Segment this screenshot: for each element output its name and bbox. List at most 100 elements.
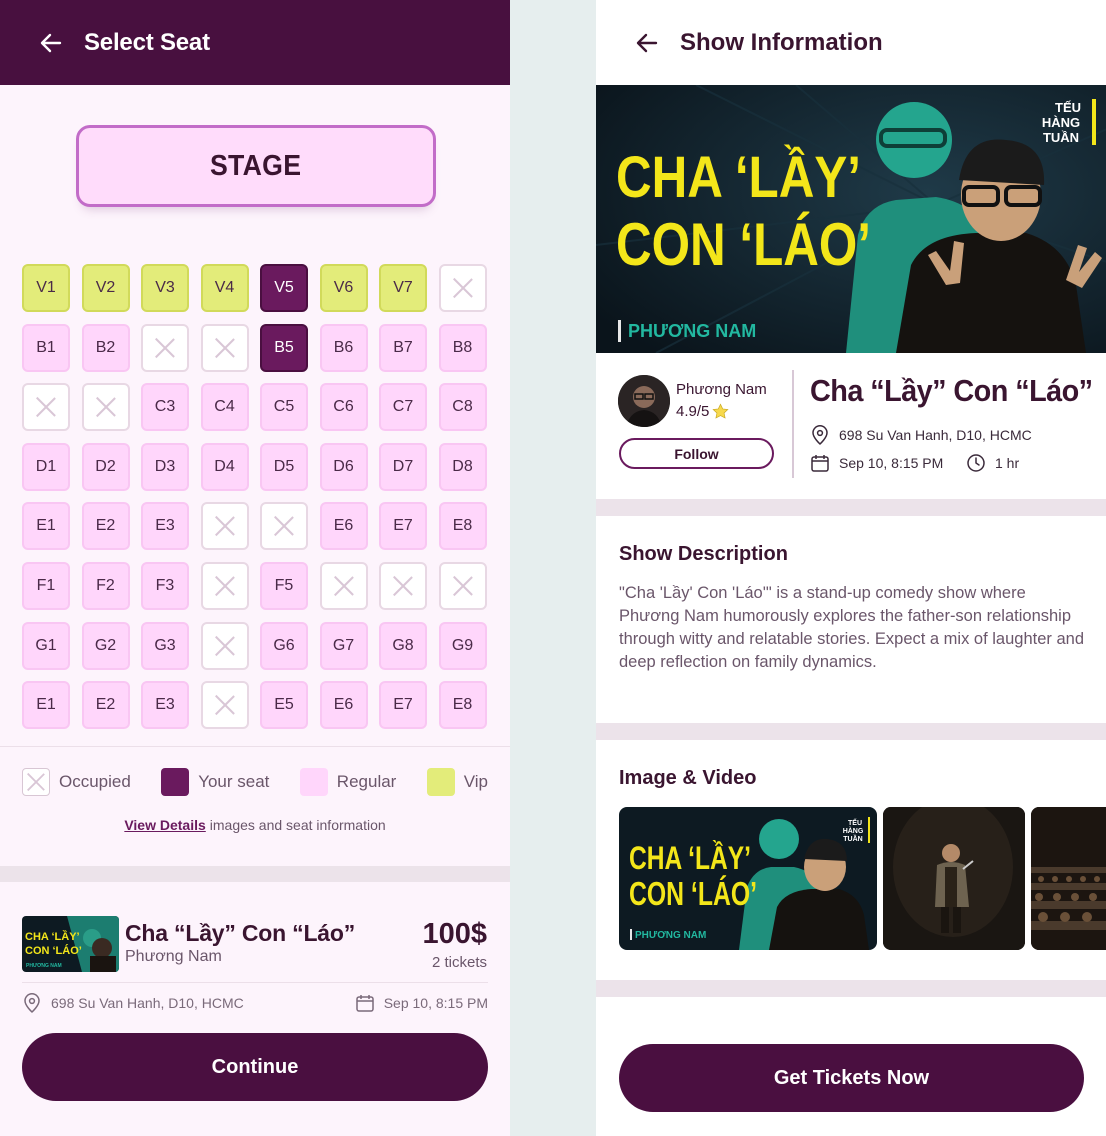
svg-text:HÀNG: HÀNG bbox=[843, 826, 864, 835]
legend-label: Vip bbox=[463, 772, 488, 791]
seat-occupied[interactable] bbox=[81, 383, 130, 432]
seat-regular[interactable]: C5 bbox=[260, 383, 308, 432]
show-information-screen: Show Information CHA ‘LẦY’ CON ‘LÁO’ PHƯ… bbox=[596, 0, 1106, 1136]
seat-regular[interactable]: D2 bbox=[81, 442, 130, 491]
seat-regular[interactable]: C7 bbox=[379, 383, 427, 432]
seat-occupied[interactable] bbox=[141, 323, 189, 372]
seat-regular[interactable]: D7 bbox=[379, 442, 427, 491]
seat-occupied[interactable] bbox=[200, 681, 249, 730]
seat-regular[interactable]: D4 bbox=[200, 442, 249, 491]
seat-regular[interactable]: D6 bbox=[319, 442, 368, 491]
seat-regular[interactable]: F5 bbox=[260, 561, 308, 610]
seat-regular[interactable]: D3 bbox=[141, 442, 189, 491]
section-separator bbox=[0, 866, 510, 882]
svg-text:CON ‘LÁO’: CON ‘LÁO’ bbox=[629, 875, 757, 912]
seat-regular[interactable]: E1 bbox=[22, 502, 70, 551]
seat-regular[interactable]: B1 bbox=[22, 323, 70, 372]
seat-regular[interactable]: E3 bbox=[141, 502, 189, 551]
seat-regular[interactable]: D1 bbox=[22, 442, 70, 491]
stage: STAGE bbox=[76, 125, 436, 207]
seat-vip[interactable]: V2 bbox=[81, 264, 130, 312]
seat-vip[interactable]: V3 bbox=[141, 264, 189, 312]
seat-regular[interactable]: C3 bbox=[141, 383, 189, 432]
seat-vip[interactable]: V1 bbox=[22, 264, 70, 312]
address-text: 698 Su Van Hanh, D10, HCMC bbox=[51, 995, 244, 1011]
seat-regular[interactable]: B2 bbox=[81, 323, 130, 372]
media-thumbnail[interactable] bbox=[883, 807, 1025, 950]
seat-regular[interactable]: G9 bbox=[438, 621, 487, 670]
seat-regular[interactable]: E7 bbox=[379, 502, 427, 551]
seat-selected[interactable]: V5 bbox=[260, 264, 308, 312]
seat-regular[interactable]: F2 bbox=[81, 561, 130, 610]
seat-regular[interactable]: E1 bbox=[22, 681, 70, 730]
seat-regular[interactable]: F1 bbox=[22, 561, 70, 610]
seat-occupied[interactable] bbox=[200, 323, 249, 372]
legend-occupied: Occupied bbox=[22, 768, 131, 796]
seat-regular[interactable]: E2 bbox=[81, 502, 130, 551]
seat-occupied[interactable] bbox=[22, 383, 70, 432]
seat-regular[interactable]: G3 bbox=[141, 621, 189, 670]
show-title: Cha “Lầy” Con “Láo” bbox=[810, 373, 1093, 408]
seat-occupied[interactable] bbox=[438, 264, 487, 312]
x-icon bbox=[214, 337, 236, 359]
x-icon bbox=[452, 277, 474, 299]
follow-button[interactable]: Follow bbox=[619, 438, 774, 469]
seat-selected[interactable]: B5 bbox=[260, 323, 308, 372]
section-separator bbox=[596, 980, 1106, 997]
seat-regular[interactable]: D8 bbox=[438, 442, 487, 491]
seat-occupied[interactable] bbox=[200, 561, 249, 610]
ticket-count: 2 tickets bbox=[431, 954, 487, 971]
legend-label: Your seat bbox=[198, 772, 270, 791]
seat-regular[interactable]: G1 bbox=[22, 621, 70, 670]
svg-text:CHA ‘LẦY’: CHA ‘LẦY’ bbox=[629, 840, 751, 876]
seat-vip[interactable]: V7 bbox=[379, 264, 427, 312]
seat-regular[interactable]: E6 bbox=[319, 502, 368, 551]
view-details-row: View Details images and seat information bbox=[0, 817, 510, 833]
location-pin-icon bbox=[24, 993, 40, 1014]
media-thumbnail[interactable] bbox=[1031, 807, 1106, 950]
your-seat-swatch bbox=[161, 768, 190, 796]
seat-regular[interactable]: G7 bbox=[319, 621, 368, 670]
seat-regular[interactable]: C8 bbox=[438, 383, 487, 432]
back-arrow-icon[interactable] bbox=[634, 30, 660, 56]
ticket-price: 100$ bbox=[422, 918, 487, 950]
seat-regular[interactable]: G6 bbox=[260, 621, 308, 670]
seat-regular[interactable]: G8 bbox=[379, 621, 427, 670]
seat-occupied[interactable] bbox=[200, 621, 249, 670]
seat-regular[interactable]: E8 bbox=[438, 681, 487, 730]
view-details-link[interactable]: View Details bbox=[124, 817, 205, 833]
seat-regular[interactable]: E3 bbox=[141, 681, 189, 730]
seat-vip[interactable]: V4 bbox=[200, 264, 249, 312]
seat-regular[interactable]: B6 bbox=[319, 323, 368, 372]
x-icon bbox=[154, 337, 176, 359]
back-arrow-icon[interactable] bbox=[38, 30, 64, 56]
media-thumbnail[interactable]: CHA ‘LẦY’ CON ‘LÁO’ PHƯƠNG NAM TẾU HÀNG … bbox=[619, 807, 877, 950]
seat-regular[interactable]: C4 bbox=[200, 383, 249, 432]
seat-regular[interactable]: B7 bbox=[379, 323, 427, 372]
seat-regular[interactable]: E6 bbox=[319, 681, 368, 730]
seat-occupied[interactable] bbox=[379, 561, 427, 610]
seat-regular[interactable]: G2 bbox=[81, 621, 130, 670]
seat-occupied[interactable] bbox=[438, 561, 487, 610]
vertical-divider bbox=[792, 370, 794, 478]
continue-button[interactable]: Continue bbox=[22, 1033, 488, 1101]
seat-regular[interactable]: D5 bbox=[260, 442, 308, 491]
seat-vip[interactable]: V6 bbox=[319, 264, 368, 312]
host-avatar[interactable] bbox=[618, 375, 670, 427]
x-icon bbox=[214, 515, 236, 537]
svg-text:PHƯƠNG NAM: PHƯƠNG NAM bbox=[26, 963, 62, 969]
x-icon bbox=[452, 575, 474, 597]
seat-regular[interactable]: B8 bbox=[438, 323, 487, 372]
ticket-location-row: 698 Su Van Hanh, D10, HCMC Sep 10, 8:15 … bbox=[22, 992, 488, 1014]
get-tickets-button[interactable]: Get Tickets Now bbox=[619, 1044, 1084, 1112]
seat-regular[interactable]: E2 bbox=[81, 681, 130, 730]
seat-occupied[interactable] bbox=[260, 502, 308, 551]
seat-regular[interactable]: E8 bbox=[438, 502, 487, 551]
seat-regular[interactable]: E7 bbox=[379, 681, 427, 730]
seat-regular[interactable]: F3 bbox=[141, 561, 189, 610]
seat-occupied[interactable] bbox=[200, 502, 249, 551]
seat-regular[interactable]: C6 bbox=[319, 383, 368, 432]
seat-regular[interactable]: E5 bbox=[260, 681, 308, 730]
brand-logo-line: TUẦN bbox=[1043, 130, 1079, 145]
seat-occupied[interactable] bbox=[319, 561, 368, 610]
